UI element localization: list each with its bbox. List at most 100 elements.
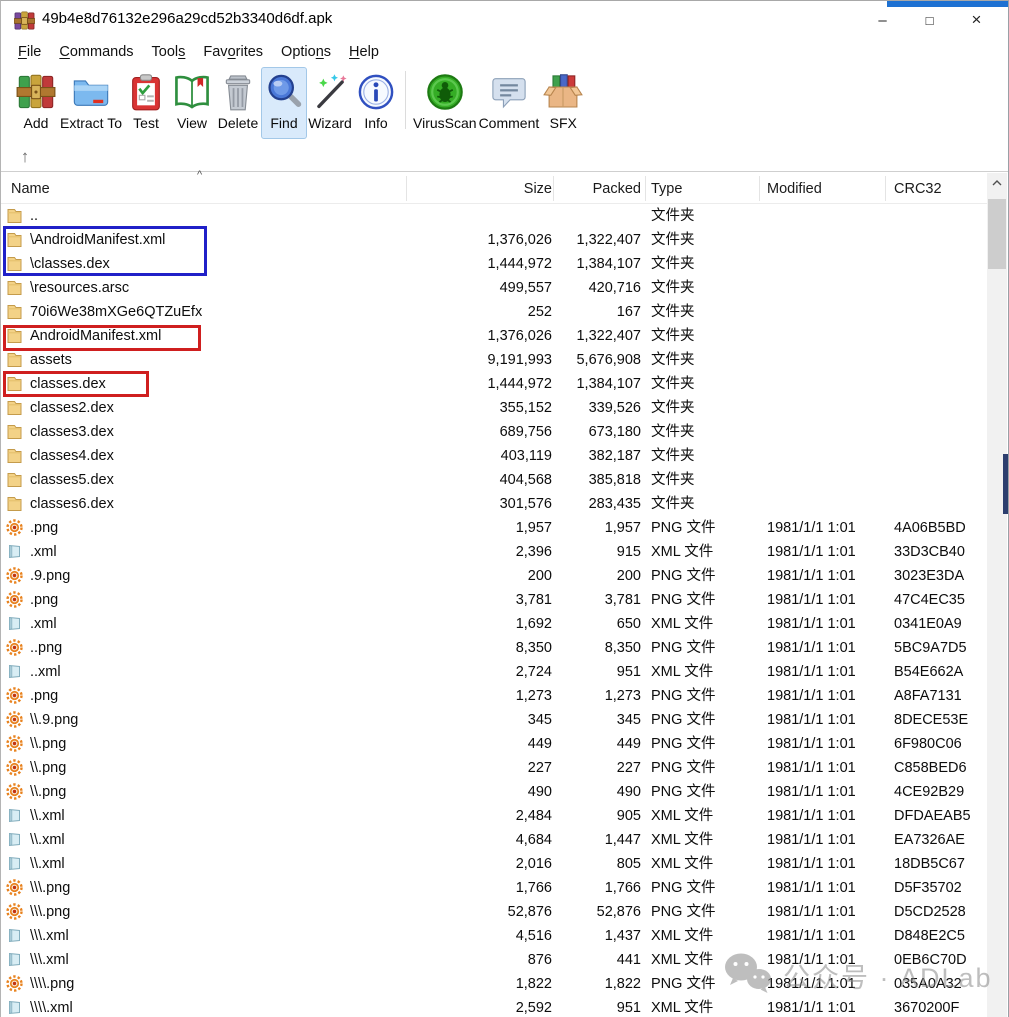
file-modified: 1981/1/1 1:01 — [767, 852, 856, 876]
column-header-type[interactable]: Type — [651, 173, 682, 204]
toolbar-button-virusscan[interactable]: VirusScan — [412, 67, 478, 139]
file-name: .xml — [30, 540, 57, 564]
file-type: 文件夹 — [651, 420, 695, 444]
column-header-name[interactable]: Name — [11, 173, 50, 204]
file-row[interactable]: classes6.dex301,576283,435文件夹 — [1, 492, 988, 516]
file-size: 252 — [401, 300, 552, 324]
file-row[interactable]: AndroidManifest.xml1,376,0261,322,407文件夹 — [1, 324, 988, 348]
toolbar-button-sfx[interactable]: SFX — [540, 67, 586, 139]
file-packed: 1,273 — [557, 684, 641, 708]
scroll-up-icon[interactable] — [987, 173, 1007, 193]
file-name: \\.9.png — [30, 708, 78, 732]
file-modified: 1981/1/1 1:01 — [767, 516, 856, 540]
file-row[interactable]: \\\.png52,87652,876PNG 文件1981/1/1 1:01D5… — [1, 900, 988, 924]
toolbar-button-label: Extract To — [60, 115, 122, 131]
toolbar-button-wizard[interactable]: Wizard — [307, 67, 353, 139]
file-type: PNG 文件 — [651, 588, 715, 612]
menu-item-favorites[interactable]: Favorites — [194, 42, 272, 62]
file-row[interactable]: \\\\.png1,8221,822PNG 文件1981/1/1 1:01035… — [1, 972, 988, 996]
menu-item-commands[interactable]: Commands — [50, 42, 142, 62]
file-name: \\\.png — [30, 900, 70, 924]
column-header-size[interactable]: Size — [401, 173, 552, 204]
file-row[interactable]: ..png8,3508,350PNG 文件1981/1/1 1:015BC9A7… — [1, 636, 988, 660]
file-row[interactable]: .png3,7813,781PNG 文件1981/1/1 1:0147C4EC3… — [1, 588, 988, 612]
file-row[interactable]: classes3.dex689,756673,180文件夹 — [1, 420, 988, 444]
file-row[interactable]: .png1,9571,957PNG 文件1981/1/1 1:014A06B5B… — [1, 516, 988, 540]
png-file-icon — [6, 591, 24, 609]
xml-file-icon — [6, 855, 24, 873]
file-row[interactable]: classes2.dex355,152339,526文件夹 — [1, 396, 988, 420]
file-row[interactable]: \\.xml4,6841,447XML 文件1981/1/1 1:01EA732… — [1, 828, 988, 852]
scrollbar-thumb[interactable] — [988, 199, 1006, 269]
file-size: 52,876 — [401, 900, 552, 924]
toolbar-button-label: Find — [270, 115, 297, 131]
file-row[interactable]: ..文件夹 — [1, 204, 988, 228]
file-row[interactable]: classes4.dex403,119382,187文件夹 — [1, 444, 988, 468]
file-size: 1,957 — [401, 516, 552, 540]
xml-file-icon — [6, 663, 24, 681]
file-packed: 3,781 — [557, 588, 641, 612]
column-header-packed[interactable]: Packed — [557, 173, 641, 204]
file-row[interactable]: \\.xml2,484905XML 文件1981/1/1 1:01DFDAEAB… — [1, 804, 988, 828]
file-modified: 1981/1/1 1:01 — [767, 588, 856, 612]
folder-icon — [6, 255, 24, 273]
png-file-icon — [6, 519, 24, 537]
toolbar-button-delete[interactable]: Delete — [215, 67, 261, 139]
file-row[interactable]: .xml2,396915XML 文件1981/1/1 1:0133D3CB40 — [1, 540, 988, 564]
folder-icon — [6, 327, 24, 345]
toolbar-button-view[interactable]: View — [169, 67, 215, 139]
vertical-scrollbar[interactable] — [987, 173, 1007, 1017]
file-row[interactable]: .png1,2731,273PNG 文件1981/1/1 1:01A8FA713… — [1, 684, 988, 708]
file-row[interactable]: assets9,191,9935,676,908文件夹 — [1, 348, 988, 372]
file-type: PNG 文件 — [651, 564, 715, 588]
menu-item-options[interactable]: Options — [272, 42, 340, 62]
png-file-icon — [6, 783, 24, 801]
file-modified: 1981/1/1 1:01 — [767, 804, 856, 828]
column-header-crc32[interactable]: CRC32 — [894, 173, 942, 204]
file-row[interactable]: \\.9.png345345PNG 文件1981/1/1 1:018DECE53… — [1, 708, 988, 732]
file-row[interactable]: \\\.xml4,5161,437XML 文件1981/1/1 1:01D848… — [1, 924, 988, 948]
toolbar-button-find[interactable]: Find — [261, 67, 307, 139]
folder-icon — [6, 351, 24, 369]
column-header-modified[interactable]: Modified — [767, 173, 822, 204]
toolbar-button-add[interactable]: Add — [13, 67, 59, 139]
toolbar-button-test[interactable]: Test — [123, 67, 169, 139]
file-row[interactable]: \\.png227227PNG 文件1981/1/1 1:01C858BED6 — [1, 756, 988, 780]
menubar: FileCommandsToolsFavoritesOptionsHelp — [1, 39, 1008, 65]
menu-item-file[interactable]: File — [9, 42, 50, 62]
file-row[interactable]: \\\.xml876441XML 文件1981/1/1 1:010EB6C70D — [1, 948, 988, 972]
file-row[interactable]: classes5.dex404,568385,818文件夹 — [1, 468, 988, 492]
file-row[interactable]: \\.png490490PNG 文件1981/1/1 1:014CE92B29 — [1, 780, 988, 804]
file-row[interactable]: \\.xml2,016805XML 文件1981/1/1 1:0118DB5C6… — [1, 852, 988, 876]
info-icon — [354, 70, 398, 114]
toolbar-button-info[interactable]: Info — [353, 67, 399, 139]
file-row[interactable]: 70i6We38mXGe6QTZuEfx252167文件夹 — [1, 300, 988, 324]
file-crc32: 0EB6C70D — [894, 948, 967, 972]
menu-item-help[interactable]: Help — [340, 42, 388, 62]
up-one-level-icon[interactable]: ↑ — [10, 145, 40, 169]
file-row[interactable]: \\\\.xml2,592951XML 文件1981/1/1 1:0136702… — [1, 996, 988, 1017]
file-type: 文件夹 — [651, 372, 695, 396]
toolbar-button-comment[interactable]: Comment — [478, 67, 541, 139]
file-type: PNG 文件 — [651, 516, 715, 540]
file-row[interactable]: \AndroidManifest.xml1,376,0261,322,407文件… — [1, 228, 988, 252]
header-divider — [885, 176, 886, 201]
file-type: PNG 文件 — [651, 708, 715, 732]
file-row[interactable]: \\\.png1,7661,766PNG 文件1981/1/1 1:01D5F3… — [1, 876, 988, 900]
file-crc32: D848E2C5 — [894, 924, 965, 948]
file-row[interactable]: \resources.arsc499,557420,716文件夹 — [1, 276, 988, 300]
file-row[interactable]: .9.png200200PNG 文件1981/1/1 1:013023E3DA — [1, 564, 988, 588]
file-size: 2,484 — [401, 804, 552, 828]
file-row[interactable]: .xml1,692650XML 文件1981/1/1 1:010341E0A9 — [1, 612, 988, 636]
file-row[interactable]: \classes.dex1,444,9721,384,107文件夹 — [1, 252, 988, 276]
extract-to-icon — [69, 70, 113, 114]
file-row[interactable]: ..xml2,724951XML 文件1981/1/1 1:01B54E662A — [1, 660, 988, 684]
toolbar-button-extract-to[interactable]: Extract To — [59, 67, 123, 139]
file-row[interactable]: classes.dex1,444,9721,384,107文件夹 — [1, 372, 988, 396]
file-crc32: 4A06B5BD — [894, 516, 966, 540]
menu-item-tools[interactable]: Tools — [143, 42, 195, 62]
xml-file-icon — [6, 615, 24, 633]
file-crc32: DFDAEAB5 — [894, 804, 971, 828]
file-row[interactable]: \\.png449449PNG 文件1981/1/1 1:016F980C06 — [1, 732, 988, 756]
file-name: \resources.arsc — [30, 276, 129, 300]
